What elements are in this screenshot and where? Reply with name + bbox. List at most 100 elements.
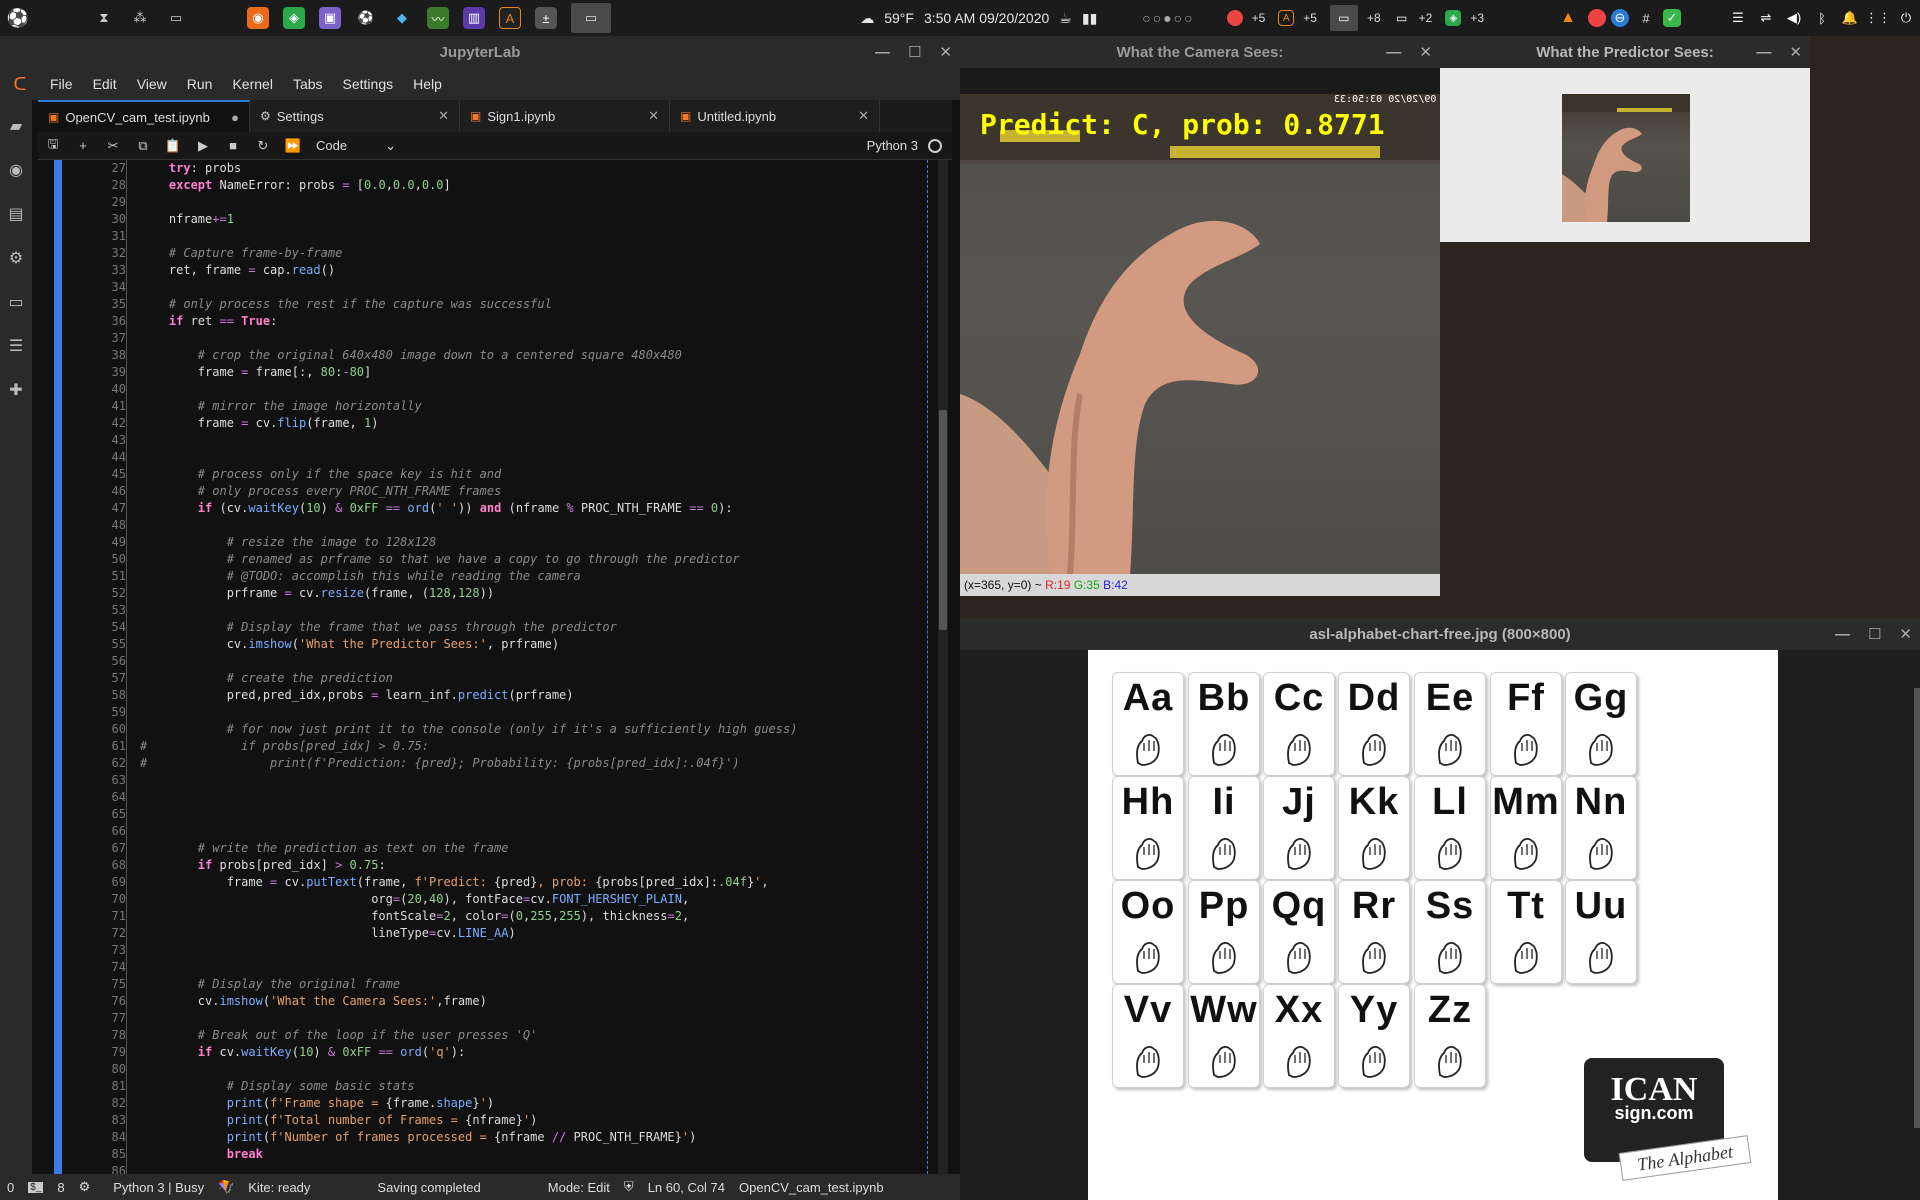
- code-line[interactable]: 37: [78, 330, 797, 347]
- code-line[interactable]: 30 nframe+=1: [78, 211, 797, 228]
- code-line[interactable]: 38 # crop the original 640x480 image dow…: [78, 347, 797, 364]
- copy-icon[interactable]: ⧉: [128, 138, 158, 154]
- notification-bell-icon[interactable]: 🔔: [1839, 7, 1861, 29]
- minimize-icon[interactable]: —: [875, 44, 890, 61]
- code-line[interactable]: 44: [78, 449, 797, 466]
- code-line[interactable]: 43: [78, 432, 797, 449]
- ball-icon[interactable]: ⚽: [355, 7, 377, 29]
- camera-frame[interactable]: 09/20/20 03:50:33 Predict: C, prob: 0.87…: [960, 94, 1440, 574]
- chrome-tray-icon[interactable]: [1588, 9, 1606, 27]
- code-line[interactable]: 56: [78, 653, 797, 670]
- code-line[interactable]: 58 pred,pred_idx,probs = learn_inf.predi…: [78, 687, 797, 704]
- code-line[interactable]: 80: [78, 1061, 797, 1078]
- code-line[interactable]: 63: [78, 772, 797, 789]
- predictor-frame[interactable]: [1562, 94, 1690, 222]
- running-icon[interactable]: ◉: [7, 162, 25, 180]
- image-viewer-titlebar[interactable]: asl-alphabet-chart-free.jpg (800×800) — …: [960, 618, 1920, 650]
- unsaved-dot-icon[interactable]: ●: [221, 110, 239, 125]
- code-line[interactable]: 68 if probs[pred_idx] > 0.75:: [78, 857, 797, 874]
- minimize-icon[interactable]: —: [1386, 44, 1401, 61]
- power-icon[interactable]: ⏻: [1895, 7, 1917, 29]
- code-line[interactable]: 51 # @TODO: accomplish this while readin…: [78, 568, 797, 585]
- run-icon[interactable]: ▶: [188, 138, 218, 154]
- code-line[interactable]: 35 # only process the rest if the captur…: [78, 296, 797, 313]
- code-line[interactable]: 76 cv.imshow('What the Camera Sees:',fra…: [78, 993, 797, 1010]
- camera-titlebar[interactable]: What the Camera Sees: — ✕: [960, 36, 1440, 68]
- code-line[interactable]: 53: [78, 602, 797, 619]
- app-menu-icon[interactable]: ⚽: [7, 7, 29, 29]
- menu-help[interactable]: Help: [403, 76, 452, 92]
- code-line[interactable]: 40: [78, 381, 797, 398]
- menu-settings[interactable]: Settings: [333, 76, 404, 92]
- hourglass-icon[interactable]: ⧗: [93, 7, 115, 29]
- code-line[interactable]: 54 # Display the frame that we pass thro…: [78, 619, 797, 636]
- volume-icon[interactable]: ◀): [1783, 7, 1805, 29]
- close-tab-icon[interactable]: ✕: [638, 108, 659, 124]
- extensions-icon[interactable]: ✚: [7, 382, 25, 400]
- code-line[interactable]: 47 if (cv.waitKey(10) & 0xFF == ord(' ')…: [78, 500, 797, 517]
- code-line[interactable]: 32 # Capture frame-by-frame: [78, 245, 797, 262]
- bluetooth-icon[interactable]: ᛒ: [1811, 7, 1833, 29]
- code-line[interactable]: 59: [78, 704, 797, 721]
- code-line[interactable]: 41 # mirror the image horizontally: [78, 398, 797, 415]
- viewer-scrollbar[interactable]: [1914, 688, 1920, 1128]
- code-line[interactable]: 29: [78, 194, 797, 211]
- code-line[interactable]: 73: [78, 942, 797, 959]
- menu-file[interactable]: File: [40, 76, 83, 92]
- green-app-icon[interactable]: ◈: [1445, 10, 1462, 26]
- window-app-icon[interactable]: ▭: [571, 3, 611, 33]
- code-line[interactable]: 65: [78, 806, 797, 823]
- code-line[interactable]: 57 # create the prediction: [78, 670, 797, 687]
- open-tabs-icon[interactable]: ▭: [7, 294, 25, 312]
- blue-tray-icon[interactable]: ⊖: [1611, 9, 1629, 27]
- menu-tabs[interactable]: Tabs: [283, 76, 333, 92]
- editor-scrollbar[interactable]: [938, 160, 948, 1174]
- stop-icon[interactable]: ■: [218, 138, 248, 153]
- code-line[interactable]: 46 # only process every PROC_NTH_FRAME f…: [78, 483, 797, 500]
- code-line[interactable]: 55 cv.imshow('What the Predictor Sees:',…: [78, 636, 797, 653]
- shield-app-icon[interactable]: ◈: [283, 7, 305, 29]
- code-line[interactable]: 36 if ret == True:: [78, 313, 797, 330]
- code-line[interactable]: 62 # print(f'Prediction: {pred}; Probabil…: [78, 755, 797, 772]
- network-map-icon[interactable]: ⁂: [129, 7, 151, 29]
- menu-run[interactable]: Run: [177, 76, 223, 92]
- network-icon[interactable]: ⇌: [1755, 7, 1777, 29]
- code-line[interactable]: 28 except NameError: probs = [0.0,0.0,0.…: [78, 177, 797, 194]
- code-line[interactable]: 83 print(f'Total number of Frames = {nfr…: [78, 1112, 797, 1129]
- kernel-status[interactable]: Python 3 | Busy: [113, 1180, 204, 1195]
- code-line[interactable]: 81 # Display some basic stats: [78, 1078, 797, 1095]
- cursor-position[interactable]: Ln 60, Col 74: [648, 1180, 725, 1195]
- toc-icon[interactable]: ☰: [7, 338, 25, 356]
- terminal-count[interactable]: 8: [57, 1180, 64, 1195]
- status-count[interactable]: 0: [7, 1180, 14, 1195]
- restart-icon[interactable]: ↻: [248, 138, 278, 154]
- code-line[interactable]: 34: [78, 279, 797, 296]
- code-line[interactable]: 84 print(f'Number of frames processed = …: [78, 1129, 797, 1146]
- tab-opencv-cam-test[interactable]: ▣ OpenCV_cam_test.ipynb ●: [38, 100, 250, 132]
- code-line[interactable]: 27 try: probs: [78, 160, 797, 177]
- add-cell-icon[interactable]: +: [68, 138, 98, 153]
- purple-app-icon[interactable]: ▣: [319, 7, 341, 29]
- code-line[interactable]: 42 frame = cv.flip(frame, 1): [78, 415, 797, 432]
- kite-status[interactable]: Kite: ready: [248, 1180, 310, 1195]
- code-line[interactable]: 66: [78, 823, 797, 840]
- calculator-icon[interactable]: ±: [535, 7, 557, 29]
- tab-settings[interactable]: ⚙ Settings ✕: [250, 100, 460, 132]
- tab-sign1[interactable]: ▣ Sign1.ipynb ✕: [460, 100, 670, 132]
- paste-icon[interactable]: 📋: [158, 138, 188, 154]
- code-line[interactable]: 67 # write the prediction as text on the…: [78, 840, 797, 857]
- property-inspector-icon[interactable]: ⚙: [7, 250, 25, 268]
- window-group2-icon[interactable]: ▭: [1394, 10, 1410, 26]
- minimize-icon[interactable]: —: [1756, 44, 1771, 61]
- code-line[interactable]: 71 fontScale=2, color=(0,255,255), thick…: [78, 908, 797, 925]
- code-line[interactable]: 33 ret, frame = cap.read(): [78, 262, 797, 279]
- close-icon[interactable]: ✕: [1899, 625, 1912, 643]
- code-line[interactable]: 74: [78, 959, 797, 976]
- file-browser-icon[interactable]: ▰: [7, 118, 25, 136]
- menu-edit[interactable]: Edit: [83, 76, 127, 92]
- code-line[interactable]: 45 # process only if the space key is hi…: [78, 466, 797, 483]
- code-line[interactable]: 75 # Display the original frame: [78, 976, 797, 993]
- code-line[interactable]: 50 # renamed as prframe so that we have …: [78, 551, 797, 568]
- close-icon[interactable]: ✕: [1789, 43, 1802, 61]
- code-line[interactable]: 61 # if probs[pred_idx] > 0.75:: [78, 738, 797, 755]
